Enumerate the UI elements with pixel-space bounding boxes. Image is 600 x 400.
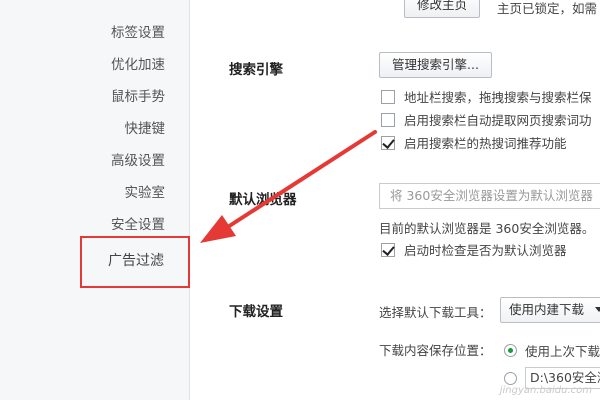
sidebar-item-ad-filter-label: 广告过滤 <box>108 253 164 269</box>
sidebar-item-optimize[interactable]: 优化加速 <box>111 53 165 73</box>
auto-extract-checkbox[interactable] <box>381 112 395 127</box>
search-option-row[interactable]: 地址栏搜索，拖拽搜索与搜索栏保 <box>381 87 592 106</box>
sidebar-item-lab[interactable]: 实验室 <box>125 181 166 201</box>
search-option-row[interactable]: 启用搜索栏的热搜词推荐功能 <box>381 133 567 152</box>
last-download-radio[interactable] <box>504 344 517 357</box>
sidebar-item-security[interactable]: 安全设置 <box>111 213 165 233</box>
last-download-row[interactable]: 使用上次下载 <box>504 341 600 360</box>
download-settings-title: 下载设置 <box>229 304 283 320</box>
sidebar-item-shortcuts[interactable]: 快捷键 <box>125 117 166 137</box>
startup-check-checkbox[interactable] <box>381 242 395 257</box>
search-engine-title: 搜索引擎 <box>229 62 283 78</box>
download-path-label: 下载内容保存位置： <box>379 343 492 358</box>
manage-search-engine-button[interactable]: 管理搜索引擎... <box>379 52 492 78</box>
search-option-label: 地址栏搜索，拖拽搜索与搜索栏保 <box>404 90 592 105</box>
search-option-label: 启用搜索栏的热搜词推荐功能 <box>404 136 567 151</box>
download-tool-label: 选择默认下载工具： <box>379 305 492 320</box>
search-option-label: 启用搜索栏自动提取网页搜索词功 <box>404 113 592 128</box>
chevron-down-icon <box>595 307 600 312</box>
watermark: jingyan.baidu.com <box>499 385 592 396</box>
default-browser-title: 默认浏览器 <box>229 192 297 208</box>
download-tool-value: 使用内建下载 <box>509 302 585 317</box>
search-option-row[interactable]: 启用搜索栏自动提取网页搜索词功 <box>381 110 592 129</box>
modify-homepage-button[interactable]: 修改主页 <box>404 0 481 18</box>
address-bar-search-checkbox[interactable] <box>381 89 395 104</box>
hot-search-checkbox[interactable] <box>381 135 395 150</box>
sidebar-item-mouse-gesture[interactable]: 鼠标手势 <box>111 85 165 105</box>
sidebar-item-advanced[interactable]: 高级设置 <box>111 149 165 169</box>
settings-sidebar: 标签设置 优化加速 鼠标手势 快捷键 高级设置 实验室 安全设置 <box>0 0 190 400</box>
homepage-lock-note: 主页已锁定，如需 <box>497 1 598 16</box>
sidebar-item-tab-settings[interactable]: 标签设置 <box>111 21 165 41</box>
sidebar-item-ad-filter[interactable]: 广告过滤 <box>80 236 190 288</box>
settings-main-panel: 修改主页 主页已锁定，如需 搜索引擎 管理搜索引擎... 地址栏搜索，拖拽搜索与… <box>191 0 600 400</box>
download-tool-select[interactable]: 使用内建下载 <box>500 297 600 323</box>
startup-check-label: 启动时检查是否为默认浏览器 <box>404 243 567 258</box>
custom-path-radio[interactable] <box>504 371 517 385</box>
set-default-browser-button[interactable]: 将 360安全浏览器设置为默认浏览器 <box>379 183 600 209</box>
startup-check-row[interactable]: 启动时检查是否为默认浏览器 <box>381 240 567 259</box>
last-download-label: 使用上次下载 <box>525 344 600 359</box>
default-browser-status: 目前的默认浏览器是 360安全浏览器。 <box>379 221 595 236</box>
